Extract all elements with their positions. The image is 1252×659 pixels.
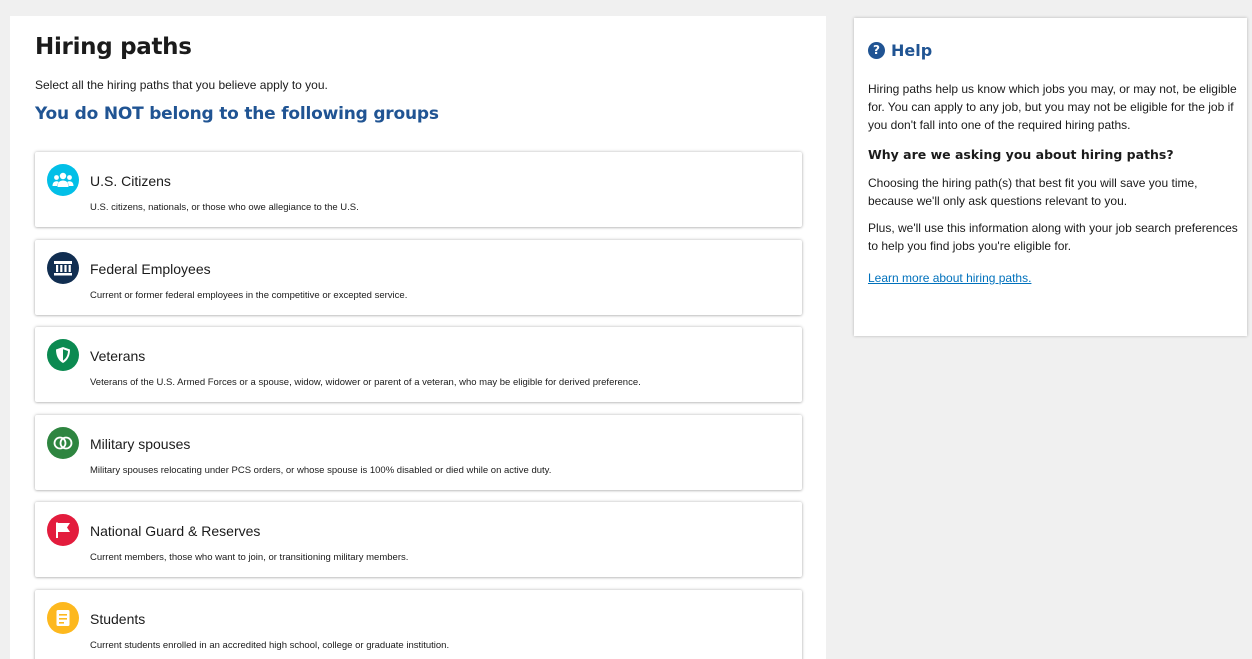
flag-icon xyxy=(47,514,79,546)
path-card-military-spouses[interactable]: Military spouses Military spouses reloca… xyxy=(35,414,802,490)
help-paragraph: Plus, we'll use this information along w… xyxy=(868,221,1238,253)
shield-icon xyxy=(47,339,79,371)
path-description: Veterans of the U.S. Armed Forces or a s… xyxy=(90,377,641,388)
path-card-veterans[interactable]: Veterans Veterans of the U.S. Armed Forc… xyxy=(35,327,802,402)
book-icon xyxy=(47,601,79,634)
path-title: Veterans xyxy=(90,348,146,364)
path-card-us-citizens[interactable]: U.S. Citizens U.S. citizens, nationals, … xyxy=(35,152,802,227)
help-title-text: Help xyxy=(891,41,933,60)
path-title: U.S. Citizens xyxy=(90,173,171,189)
path-title: Students xyxy=(90,610,146,627)
interlocking-rings-icon xyxy=(47,426,79,459)
help-paragraph: Choosing the hiring path(s) that best fi… xyxy=(868,176,1198,208)
path-description: Military spouses relocating under PCS or… xyxy=(90,464,552,476)
learn-more-link[interactable]: Learn more about hiring paths. xyxy=(868,269,1031,287)
path-card-national-guard[interactable]: National Guard & Reserves Current member… xyxy=(35,502,802,577)
path-card-federal-employees[interactable]: Federal Employees Current or former fede… xyxy=(35,239,802,315)
government-building-icon xyxy=(47,251,79,284)
path-title: Federal Employees xyxy=(90,260,211,277)
question-circle-icon: ? xyxy=(868,42,885,59)
path-title: Military spouses xyxy=(90,435,191,452)
path-title: National Guard & Reserves xyxy=(90,523,261,539)
hiring-path-list: U.S. Citizens U.S. citizens, nationals, … xyxy=(35,152,802,659)
path-description: Current students enrolled in an accredit… xyxy=(90,639,450,651)
hiring-paths-panel: Hiring paths Select all the hiring paths… xyxy=(10,16,826,659)
path-description: U.S. citizens, nationals, or those who o… xyxy=(90,202,359,213)
path-card-students[interactable]: Students Current students enrolled in an… xyxy=(35,589,802,659)
help-body: Hiring paths help us know which jobs you… xyxy=(868,80,1240,287)
path-description: Current or former federal employees in t… xyxy=(90,289,408,301)
help-heading: ? Help xyxy=(868,41,932,60)
path-description: Current members, those who want to join,… xyxy=(90,552,409,563)
page-title: Hiring paths xyxy=(35,34,192,60)
groups-subheading: You do NOT belong to the following group… xyxy=(35,104,439,124)
help-paragraph: Hiring paths help us know which jobs you… xyxy=(868,82,1237,132)
people-group-icon xyxy=(47,164,79,196)
help-panel: ? Help Hiring paths help us know which j… xyxy=(854,18,1247,336)
intro-text: Select all the hiring paths that you bel… xyxy=(35,78,328,92)
help-question-heading: Why are we asking you about hiring paths… xyxy=(868,147,1174,162)
